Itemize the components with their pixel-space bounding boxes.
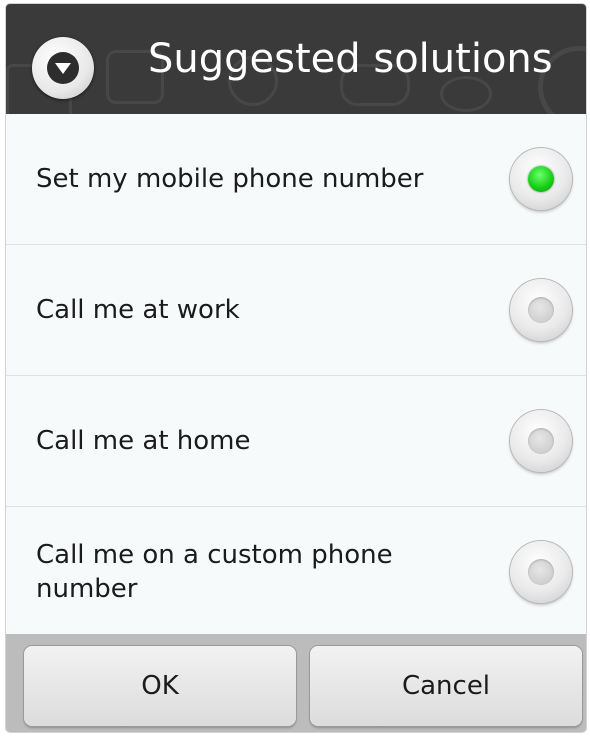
option-label: Call me on a custom phone number bbox=[36, 540, 393, 604]
dialog-title: Suggested solutions bbox=[148, 36, 553, 82]
option-call-at-home[interactable]: Call me at home bbox=[6, 376, 586, 507]
dialog-title-bar: Suggested solutions bbox=[6, 4, 586, 114]
radio-button[interactable] bbox=[510, 279, 572, 341]
option-set-mobile-number[interactable]: Set my mobile phone number bbox=[6, 114, 586, 245]
radio-button[interactable] bbox=[510, 410, 572, 472]
dialog-button-bar: OK Cancel bbox=[6, 634, 586, 732]
cancel-button[interactable]: Cancel bbox=[310, 646, 582, 726]
radio-button[interactable] bbox=[510, 541, 572, 603]
options-list: Set my mobile phone number Call me at wo… bbox=[6, 114, 586, 637]
ok-button[interactable]: OK bbox=[24, 646, 296, 726]
radio-button-selected[interactable] bbox=[510, 148, 572, 210]
option-label: Set my mobile phone number bbox=[36, 164, 424, 194]
option-label: Call me at work bbox=[36, 295, 240, 325]
suggested-solutions-dialog: Suggested solutions Set my mobile phone … bbox=[6, 4, 586, 732]
option-call-custom-number[interactable]: Call me on a custom phone number bbox=[6, 507, 586, 637]
option-label: Call me at home bbox=[36, 426, 251, 456]
option-call-at-work[interactable]: Call me at work bbox=[6, 245, 586, 376]
dropdown-circle-icon bbox=[32, 37, 94, 99]
